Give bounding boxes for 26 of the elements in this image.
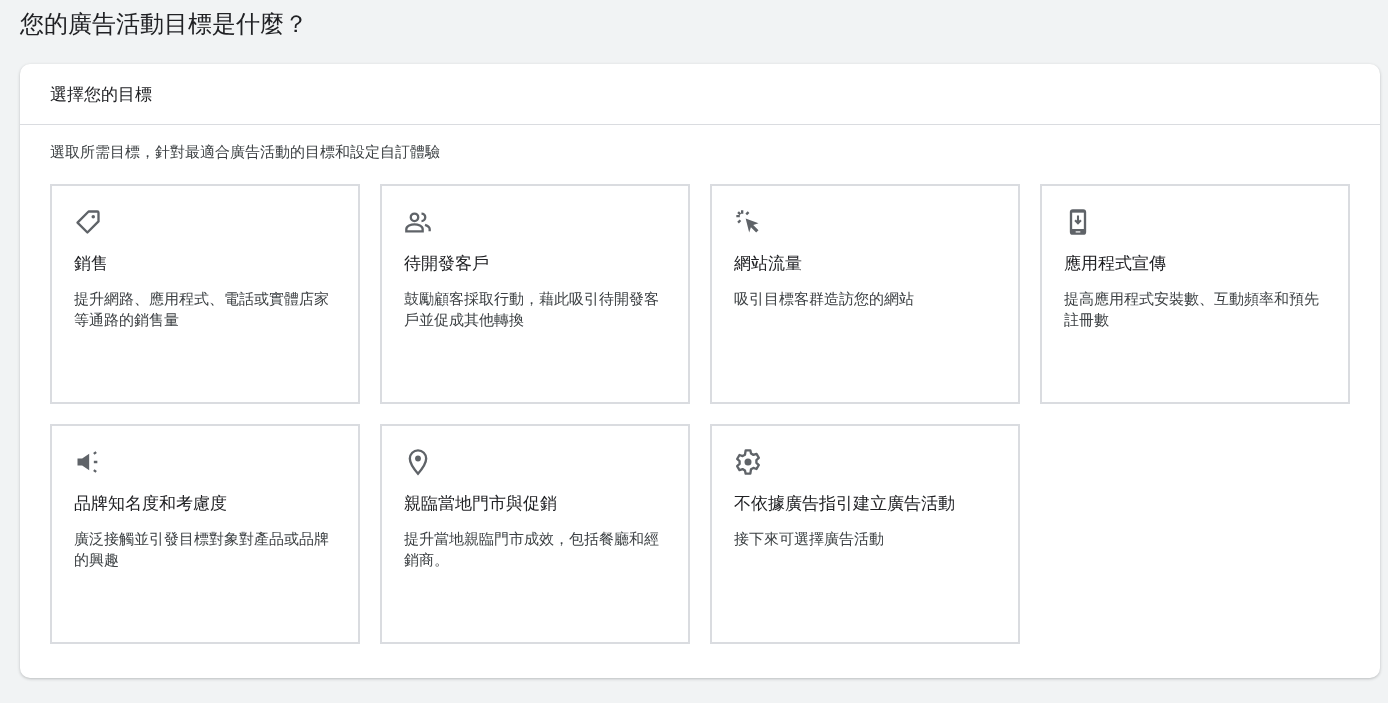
goal-card[interactable]: 銷售 提升網路、應用程式、電話或實體店家等通路的銷售量 — [50, 184, 360, 404]
goal-title: 待開發客戶 — [404, 253, 490, 275]
goal-card[interactable]: 親臨當地門市與促銷 提升當地親臨門市成效，包括餐廳和經銷商。 — [380, 424, 690, 644]
goal-description: 提高應用程式安裝數、互動頻率和預先註冊數 — [1064, 290, 1320, 330]
goal-description: 提升當地親臨門市成效，包括餐廳和經銷商。 — [404, 530, 660, 570]
goal-title: 應用程式宣傳 — [1064, 253, 1167, 275]
goal-card[interactable]: 網站流量 吸引目標客群造訪您的網站 — [710, 184, 1020, 404]
goal-title: 不依據廣告指引建立廣告活動 — [734, 493, 956, 515]
goal-card[interactable]: 應用程式宣傳 提高應用程式安裝數、互動頻率和預先註冊數 — [1040, 184, 1350, 404]
panel-header: 選擇您的目標 — [50, 83, 152, 106]
goal-description: 廣泛接觸並引發目標對象對產品或品牌的興趣 — [74, 530, 330, 570]
goal-description: 提升網路、應用程式、電話或實體店家等通路的銷售量 — [74, 290, 330, 330]
panel-intro: 選取所需目標，針對最適合廣告活動的目標和設定自訂體驗 — [50, 143, 441, 162]
goal-description: 吸引目標客群造訪您的網站 — [734, 290, 915, 309]
goal-card[interactable]: 待開發客戶 鼓勵顧客採取行動，藉此吸引待開發客戶並促成其他轉換 — [380, 184, 690, 404]
goal-description: 鼓勵顧客採取行動，藉此吸引待開發客戶並促成其他轉換 — [404, 290, 660, 330]
goal-title: 網站流量 — [734, 253, 803, 275]
tag-icon — [74, 208, 102, 236]
goal-card[interactable]: 不依據廣告指引建立廣告活動 接下來可選擇廣告活動 — [710, 424, 1020, 644]
settings-icon — [734, 448, 762, 476]
goal-description: 接下來可選擇廣告活動 — [734, 530, 885, 549]
goal-title: 銷售 — [74, 253, 109, 275]
goal-card[interactable]: 品牌知名度和考慮度 廣泛接觸並引發目標對象對產品或品牌的興趣 — [50, 424, 360, 644]
goal-title: 親臨當地門市與促銷 — [404, 493, 558, 515]
page-title: 您的廣告活動目標是什麼？ — [20, 9, 309, 39]
goal-title: 品牌知名度和考慮度 — [74, 493, 228, 515]
